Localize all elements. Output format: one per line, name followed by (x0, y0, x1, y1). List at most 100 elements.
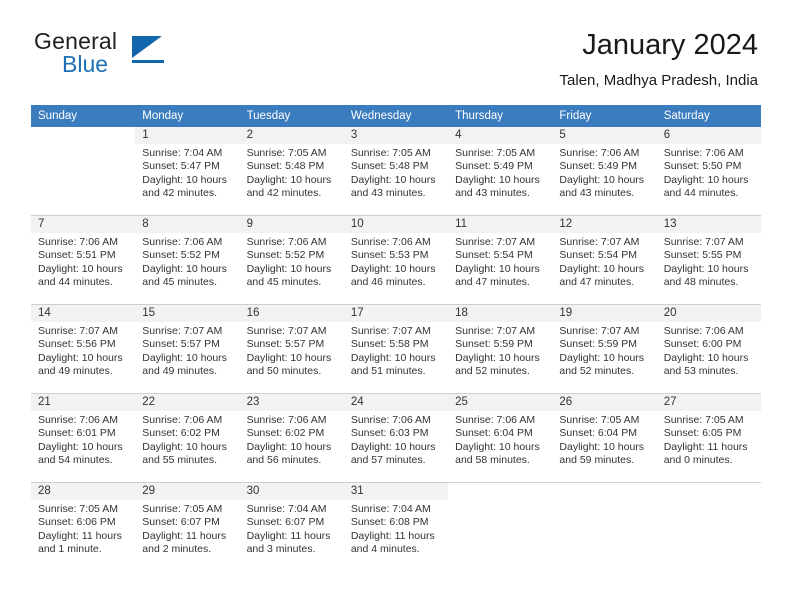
day-number: 9 (239, 216, 344, 233)
sunrise-text: Sunrise: 7:06 AM (38, 414, 118, 426)
calendar-day-cell (31, 127, 136, 216)
sunrise-text: Sunrise: 7:06 AM (455, 414, 536, 426)
sunrise-text: Sunrise: 7:06 AM (142, 236, 223, 248)
day-cell-inner: 21 Sunrise: 7:06 AM Sunset: 6:01 PM Dayligh… (31, 394, 136, 482)
daylight-text-line2: and 54 minutes. (38, 454, 113, 467)
calendar-day-cell[interactable]: 29 Sunrise: 7:05 AM Sunset: 6:07 PM Dayligh… (135, 482, 240, 571)
day-sun-info: Sunrise: 7:05 AM Sunset: 6:07 PM Daylight:… (135, 500, 239, 557)
calendar-day-cell[interactable]: 20 Sunrise: 7:06 AM Sunset: 6:00 PM Dayligh… (656, 304, 761, 394)
day-number (656, 483, 761, 500)
sunset-text: Sunset: 6:02 PM (246, 427, 325, 440)
sunset-text: Sunset: 5:48 PM (350, 160, 429, 173)
sunset-text: Sunset: 5:58 PM (350, 338, 429, 351)
calendar-day-cell[interactable]: 19 Sunrise: 7:07 AM Sunset: 5:59 PM Dayligh… (552, 304, 657, 394)
day-number: 23 (239, 394, 344, 411)
day-number: 30 (239, 483, 344, 500)
sunset-text: Sunset: 5:52 PM (142, 249, 220, 262)
sunset-text: Sunset: 6:00 PM (663, 338, 742, 351)
calendar-day-cell[interactable]: 7 Sunrise: 7:06 AM Sunset: 5:51 PM Daylight… (31, 215, 136, 305)
day-number (552, 483, 657, 500)
daylight-text-line1: Daylight: 10 hours (38, 440, 123, 453)
day-number: 18 (448, 305, 553, 322)
sunset-text: Sunset: 6:07 PM (246, 516, 325, 529)
day-sun-info: Sunrise: 7:04 AM Sunset: 6:07 PM Daylight:… (240, 500, 344, 557)
sunrise-text: Sunrise: 7:06 AM (559, 147, 640, 159)
calendar-day-cell[interactable]: 17 Sunrise: 7:07 AM Sunset: 5:58 PM Dayligh… (343, 304, 449, 394)
day-sun-info: Sunrise: 7:07 AM Sunset: 5:54 PM Daylight:… (552, 233, 656, 290)
calendar-day-cell[interactable]: 4 Sunrise: 7:05 AM Sunset: 5:49 PM Daylight… (448, 127, 553, 216)
daylight-text-line2: and 45 minutes. (246, 276, 322, 289)
calendar-day-cell[interactable]: 13 Sunrise: 7:07 AM Sunset: 5:55 PM Dayligh… (656, 215, 761, 305)
sunset-text: Sunset: 5:57 PM (246, 338, 325, 351)
day-sun-info: Sunrise: 7:05 AM Sunset: 6:04 PM Daylight:… (552, 411, 656, 468)
calendar-day-cell[interactable]: 31 Sunrise: 7:04 AM Sunset: 6:08 PM Dayligh… (343, 482, 449, 571)
day-cell-inner: 20 Sunrise: 7:06 AM Sunset: 6:00 PM Dayligh… (656, 305, 761, 393)
calendar-day-cell[interactable]: 12 Sunrise: 7:07 AM Sunset: 5:54 PM Dayligh… (552, 215, 657, 305)
day-cell-inner: 7 Sunrise: 7:06 AM Sunset: 5:51 PM Daylight… (31, 216, 136, 304)
calendar-day-cell[interactable]: 5 Sunrise: 7:06 AM Sunset: 5:49 PM Daylight… (552, 127, 657, 216)
calendar-day-cell[interactable]: 21 Sunrise: 7:06 AM Sunset: 6:01 PM Dayligh… (31, 393, 136, 483)
day-sun-info: Sunrise: 7:06 AM Sunset: 6:00 PM Daylight:… (657, 322, 761, 379)
daylight-text-line1: Daylight: 11 hours (142, 529, 227, 542)
calendar-day-cell[interactable]: 16 Sunrise: 7:07 AM Sunset: 5:57 PM Dayligh… (239, 304, 344, 394)
calendar-day-cell[interactable]: 14 Sunrise: 7:07 AM Sunset: 5:56 PM Dayligh… (31, 304, 136, 394)
daylight-text-line1: Daylight: 10 hours (663, 262, 749, 275)
day-sun-info: Sunrise: 7:06 AM Sunset: 6:02 PM Daylight:… (240, 411, 344, 468)
sunrise-text: Sunrise: 7:05 AM (663, 414, 744, 426)
calendar-day-cell[interactable]: 10 Sunrise: 7:06 AM Sunset: 5:53 PM Dayligh… (343, 215, 449, 305)
day-number: 11 (448, 216, 553, 233)
daylight-text-line2: and 44 minutes. (663, 187, 739, 200)
calendar-day-cell[interactable]: 9 Sunrise: 7:06 AM Sunset: 5:52 PM Daylight… (239, 215, 344, 305)
sunset-text: Sunset: 5:54 PM (559, 249, 638, 262)
day-sun-info: Sunrise: 7:05 AM Sunset: 6:05 PM Daylight:… (657, 411, 761, 468)
sunset-text: Sunset: 5:54 PM (455, 249, 533, 262)
calendar-day-cell[interactable]: 22 Sunrise: 7:06 AM Sunset: 6:02 PM Dayligh… (135, 393, 240, 483)
sunrise-text: Sunrise: 7:07 AM (663, 236, 744, 248)
day-sun-info: Sunrise: 7:04 AM Sunset: 6:08 PM Daylight:… (344, 500, 448, 557)
calendar-day-cell[interactable]: 26 Sunrise: 7:05 AM Sunset: 6:04 PM Dayligh… (552, 393, 657, 483)
day-sun-info: Sunrise: 7:06 AM Sunset: 5:53 PM Daylight:… (344, 233, 448, 290)
calendar-week-row: 28 Sunrise: 7:05 AM Sunset: 6:06 PM Dayligh… (31, 482, 761, 571)
daylight-text-line1: Daylight: 10 hours (559, 262, 645, 275)
sunset-text: Sunset: 5:59 PM (559, 338, 638, 351)
sunrise-text: Sunrise: 7:05 AM (38, 503, 118, 515)
calendar-day-cell[interactable]: 3 Sunrise: 7:05 AM Sunset: 5:48 PM Daylight… (343, 127, 449, 216)
day-sun-info: Sunrise: 7:06 AM Sunset: 6:01 PM Daylight:… (31, 411, 135, 468)
calendar-day-cell[interactable]: 8 Sunrise: 7:06 AM Sunset: 5:52 PM Daylight… (135, 215, 240, 305)
calendar-day-cell[interactable]: 30 Sunrise: 7:04 AM Sunset: 6:07 PM Dayligh… (239, 482, 344, 571)
sunrise-text: Sunrise: 7:07 AM (455, 325, 536, 337)
calendar-day-cell[interactable]: 27 Sunrise: 7:05 AM Sunset: 6:05 PM Dayligh… (656, 393, 761, 483)
day-cell-inner (656, 483, 761, 571)
day-sun-info: Sunrise: 7:07 AM Sunset: 5:55 PM Daylight:… (657, 233, 761, 290)
daylight-text-line2: and 56 minutes. (246, 454, 322, 467)
sunrise-text: Sunrise: 7:04 AM (350, 503, 431, 515)
day-number: 6 (656, 127, 761, 144)
calendar-day-cell[interactable]: 28 Sunrise: 7:05 AM Sunset: 6:06 PM Dayligh… (31, 482, 136, 571)
calendar-day-cell[interactable]: 11 Sunrise: 7:07 AM Sunset: 5:54 PM Dayligh… (448, 215, 553, 305)
day-cell-inner: 1 Sunrise: 7:04 AM Sunset: 5:47 PM Daylight… (135, 127, 240, 215)
calendar-day-cell[interactable]: 15 Sunrise: 7:07 AM Sunset: 5:57 PM Dayligh… (135, 304, 240, 394)
calendar-day-cell[interactable]: 18 Sunrise: 7:07 AM Sunset: 5:59 PM Dayligh… (448, 304, 553, 394)
daylight-text-line2: and 45 minutes. (142, 276, 217, 289)
calendar-day-cell[interactable]: 6 Sunrise: 7:06 AM Sunset: 5:50 PM Daylight… (656, 127, 761, 216)
sunset-text: Sunset: 5:47 PM (142, 160, 220, 173)
day-number: 4 (448, 127, 553, 144)
calendar-day-cell[interactable]: 25 Sunrise: 7:06 AM Sunset: 6:04 PM Dayligh… (448, 393, 553, 483)
weekday-header-sunday: Sunday (31, 105, 136, 127)
day-number: 13 (656, 216, 761, 233)
daylight-text-line1: Daylight: 10 hours (350, 440, 436, 453)
calendar-day-cell[interactable]: 23 Sunrise: 7:06 AM Sunset: 6:02 PM Dayligh… (239, 393, 344, 483)
weekday-header-friday: Friday (552, 105, 657, 127)
calendar-day-cell[interactable]: 2 Sunrise: 7:05 AM Sunset: 5:48 PM Daylight… (239, 127, 344, 216)
day-number: 26 (552, 394, 657, 411)
calendar-day-cell[interactable]: 1 Sunrise: 7:04 AM Sunset: 5:47 PM Daylight… (135, 127, 240, 216)
daylight-text-line1: Daylight: 10 hours (350, 351, 436, 364)
day-number: 19 (552, 305, 657, 322)
daylight-text-line1: Daylight: 10 hours (663, 351, 749, 364)
sunrise-text: Sunrise: 7:07 AM (246, 325, 327, 337)
general-blue-logo[interactable]: General Blue (34, 28, 244, 88)
day-number: 31 (343, 483, 449, 500)
day-cell-inner: 24 Sunrise: 7:06 AM Sunset: 6:03 PM Dayligh… (343, 394, 449, 482)
sunset-text: Sunset: 5:52 PM (246, 249, 325, 262)
calendar-day-cell[interactable]: 24 Sunrise: 7:06 AM Sunset: 6:03 PM Dayligh… (343, 393, 449, 483)
